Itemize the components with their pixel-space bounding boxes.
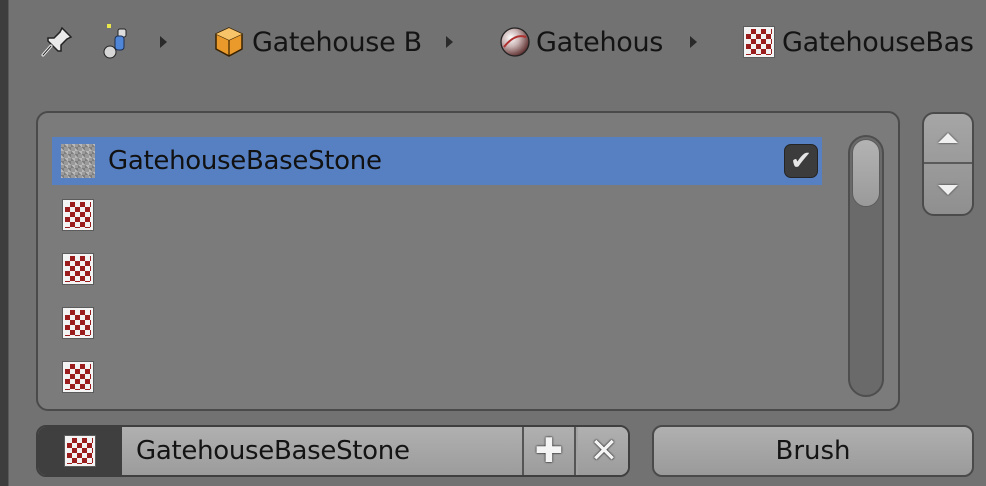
- breadcrumb-separator-icon: [446, 36, 453, 48]
- breadcrumb-object-label: Gatehouse B: [252, 26, 422, 58]
- texture-slot-list[interactable]: GatehouseBaseStone ✔: [36, 111, 900, 411]
- brush-button[interactable]: Brush: [652, 425, 974, 477]
- stone-texture-icon: [61, 144, 95, 178]
- texture-name-field[interactable]: GatehouseBaseStone: [122, 427, 524, 475]
- texture-checker-icon: [63, 362, 93, 392]
- breadcrumb-texture[interactable]: GatehouseBas: [744, 14, 974, 70]
- texture-selector: GatehouseBaseStone ✚ ✕: [36, 425, 630, 477]
- list-scrollbar-thumb[interactable]: [852, 139, 880, 207]
- texture-checker-icon: [744, 27, 774, 57]
- list-scrollbar[interactable]: [848, 135, 884, 397]
- texture-checker-icon: [63, 200, 93, 230]
- move-slot-down-button[interactable]: [924, 165, 972, 214]
- move-slot-up-button[interactable]: [924, 114, 972, 164]
- texture-checker-icon: [63, 308, 93, 338]
- list-item-label: GatehouseBaseStone: [108, 146, 382, 176]
- remove-texture-button[interactable]: ✕: [578, 427, 628, 475]
- move-up-icon: [938, 133, 958, 143]
- breadcrumb: Gatehouse B Gatehous GatehouseBas: [28, 14, 986, 70]
- list-item[interactable]: GatehouseBaseStone ✔: [52, 137, 822, 185]
- object-cube-icon: [215, 27, 243, 57]
- breadcrumb-texture-label: GatehouseBas: [782, 26, 974, 58]
- scene-data-icon: [102, 14, 136, 70]
- material-sphere-icon: [500, 27, 530, 57]
- add-texture-button[interactable]: ✚: [524, 427, 576, 475]
- editor-left-edge: [0, 0, 9, 486]
- texture-browse-button[interactable]: [38, 427, 122, 475]
- texture-checker-icon: [63, 254, 93, 284]
- breadcrumb-separator-icon: [160, 36, 167, 48]
- list-item[interactable]: [52, 245, 822, 293]
- move-slot-buttons: [922, 112, 974, 216]
- move-down-icon: [938, 185, 958, 195]
- breadcrumb-object[interactable]: Gatehouse B: [212, 14, 422, 70]
- breadcrumb-material[interactable]: Gatehous: [498, 14, 663, 70]
- slot-enabled-checkbox[interactable]: ✔: [784, 144, 818, 178]
- breadcrumb-material-label: Gatehous: [536, 26, 664, 58]
- list-item[interactable]: [52, 191, 822, 239]
- breadcrumb-separator-icon: [690, 36, 697, 48]
- texture-checker-icon: [65, 436, 95, 466]
- list-item[interactable]: [52, 353, 822, 401]
- pin-icon[interactable]: [40, 14, 74, 70]
- list-item[interactable]: [52, 299, 822, 347]
